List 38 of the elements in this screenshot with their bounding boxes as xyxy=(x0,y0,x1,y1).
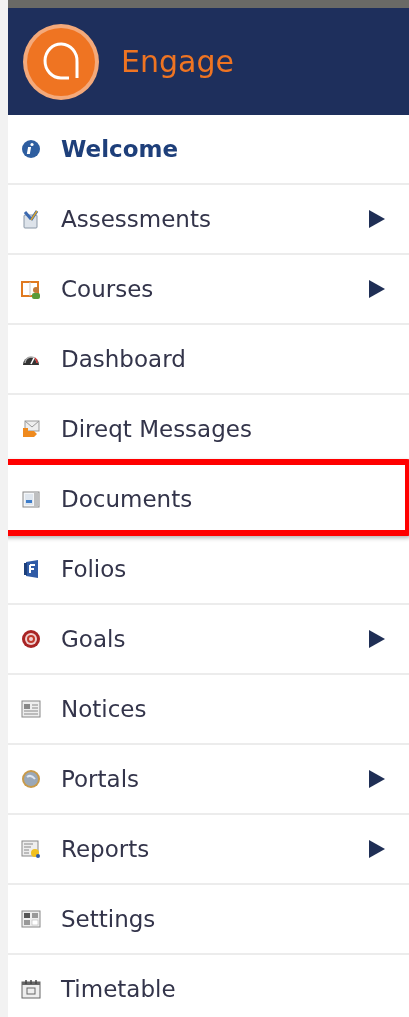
menu-label: Assessments xyxy=(61,206,212,232)
menu-label: Goals xyxy=(61,626,127,652)
menu-item[interactable]: Courses xyxy=(8,255,409,325)
menu-item[interactable]: Goals xyxy=(8,605,409,675)
menu-item[interactable]: Documents xyxy=(8,465,409,535)
book-icon xyxy=(21,279,41,299)
menu-label: Folios xyxy=(61,556,128,582)
doc-icon xyxy=(21,489,41,509)
menu-item[interactable]: Assessments xyxy=(8,185,409,255)
menu-item[interactable]: Reports xyxy=(8,815,409,885)
calendar-icon xyxy=(21,979,41,999)
notice-icon xyxy=(21,699,41,719)
menu-item[interactable]: Folios xyxy=(8,535,409,605)
menu-label: Dashboard xyxy=(61,346,187,372)
menu-item[interactable]: Direqt Messages xyxy=(8,395,409,465)
menu-label: Portals xyxy=(61,766,141,792)
menu-label: Courses xyxy=(61,276,155,302)
menu-label: Settings xyxy=(61,906,157,932)
menu-item[interactable]: Portals xyxy=(8,745,409,815)
menu-item[interactable]: Welcome xyxy=(8,115,409,185)
menu-item[interactable]: Notices xyxy=(8,675,409,745)
menu-label: Timetable xyxy=(61,976,177,1002)
grid-icon xyxy=(21,909,41,929)
logo-icon xyxy=(21,21,101,102)
menu-item[interactable]: Dashboard xyxy=(8,325,409,395)
mail-icon xyxy=(21,419,41,439)
menu-label: Notices xyxy=(61,696,148,722)
menu-label: Documents xyxy=(61,486,194,512)
menu-item[interactable]: Timetable xyxy=(8,955,409,1017)
target-icon xyxy=(21,629,41,649)
menu-label: Direqt Messages xyxy=(61,416,253,442)
menu-item[interactable]: Settings xyxy=(8,885,409,955)
info-icon xyxy=(21,139,41,159)
menu-label: Reports xyxy=(61,836,151,862)
globe-icon xyxy=(21,769,41,789)
report-icon xyxy=(21,839,41,859)
menu-label: Welcome xyxy=(61,136,180,162)
app-name: Engage xyxy=(121,44,234,79)
